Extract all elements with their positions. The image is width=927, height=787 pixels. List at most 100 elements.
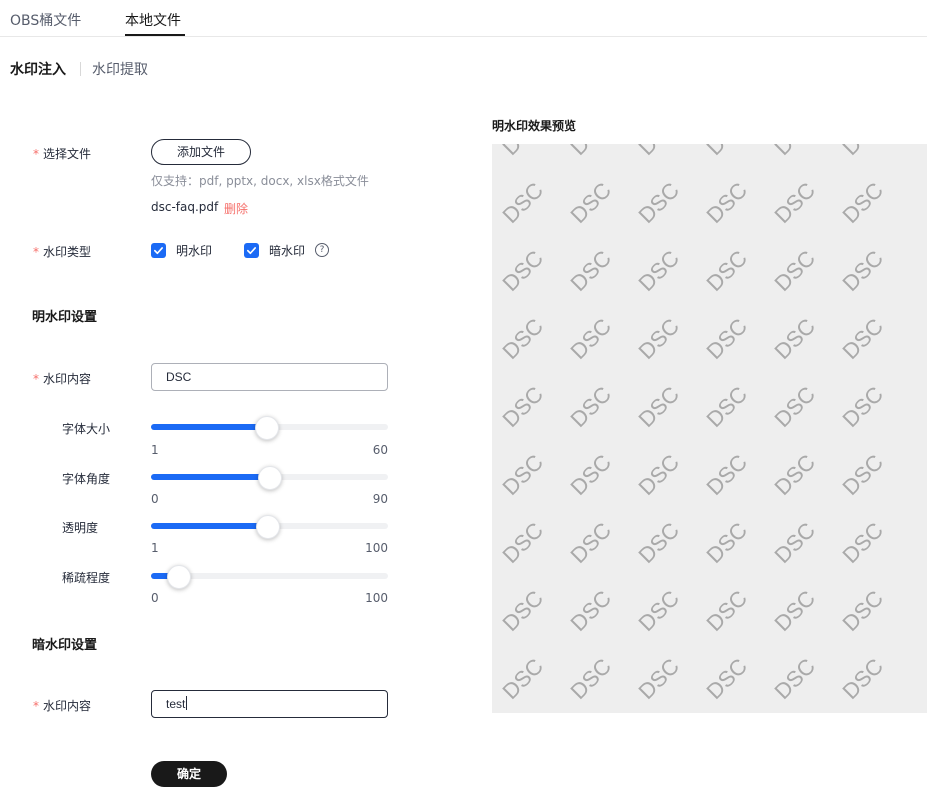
- dark-watermark-section-title: 暗水印设置: [32, 638, 98, 653]
- watermark-text: DSC: [838, 313, 889, 364]
- text-caret: [186, 696, 188, 710]
- opacity-max: 100: [365, 541, 388, 555]
- confirm-button[interactable]: 确定: [151, 761, 227, 787]
- watermark-text: DSC: [702, 585, 753, 636]
- dark-content-label: * 水印内容: [33, 697, 91, 714]
- check-icon: [244, 242, 259, 258]
- subtab-watermark-inject[interactable]: 水印注入: [10, 59, 66, 79]
- dark-watermark-content-input[interactable]: test: [151, 690, 388, 718]
- watermark-text: DSC: [566, 245, 617, 296]
- watermark-text: DSC: [838, 177, 889, 228]
- sparsity-slider[interactable]: [151, 565, 388, 589]
- required-mark: *: [33, 245, 39, 259]
- watermark-text: DSC: [634, 449, 685, 500]
- tab-local-files[interactable]: 本地文件: [125, 10, 181, 30]
- required-mark: *: [33, 699, 39, 713]
- file-label: * 选择文件: [33, 145, 91, 162]
- watermark-text: DSC: [770, 313, 821, 364]
- watermark-text: DSC: [838, 449, 889, 500]
- dark-watermark-label: 暗水印: [269, 243, 306, 258]
- visible-content-label: * 水印内容: [33, 370, 91, 387]
- visible-watermark-section-title: 明水印设置: [32, 310, 98, 325]
- watermark-text: DSC: [702, 144, 753, 160]
- font-angle-max: 90: [372, 492, 388, 506]
- tab-obs-files[interactable]: OBS桶文件: [10, 10, 81, 30]
- watermark-text: DSC: [498, 653, 549, 704]
- watermark-text: DSC: [838, 381, 889, 432]
- required-mark: *: [33, 372, 39, 386]
- watermark-text: DSC: [838, 653, 889, 704]
- watermark-text: DSC: [634, 313, 685, 364]
- watermark-text: DSC: [702, 313, 753, 364]
- font-angle-label: 字体角度: [62, 472, 111, 486]
- font-size-label: 字体大小: [62, 422, 111, 436]
- watermark-text: DSC: [770, 177, 821, 228]
- dark-content-label-text: 水印内容: [43, 699, 92, 713]
- dark-watermark-content-value: test: [166, 697, 186, 711]
- sparsity-min: 0: [151, 591, 159, 605]
- font-size-min: 1: [151, 443, 159, 457]
- watermark-text: DSC: [838, 585, 889, 636]
- watermark-text: DSC: [634, 245, 685, 296]
- watermark-text: DSC: [838, 245, 889, 296]
- watermark-text: DSC: [702, 449, 753, 500]
- uploaded-file-name: dsc-faq.pdf: [151, 200, 219, 214]
- watermark-text: DSC: [770, 517, 821, 568]
- watermark-text: DSC: [566, 449, 617, 500]
- watermark-text: DSC: [770, 381, 821, 432]
- watermark-text: DSC: [770, 144, 821, 160]
- delete-file-link[interactable]: 删除: [224, 200, 248, 217]
- watermark-text: DSC: [566, 381, 617, 432]
- watermark-text: DSC: [702, 245, 753, 296]
- watermark-text: DSC: [566, 653, 617, 704]
- watermark-text: DSC: [498, 449, 549, 500]
- required-mark: *: [33, 147, 39, 161]
- dark-watermark-checkbox[interactable]: 暗水印 ?: [244, 242, 330, 258]
- slider-thumb[interactable]: [255, 416, 280, 440]
- watermark-type-label: * 水印类型: [33, 243, 91, 260]
- visible-watermark-checkbox[interactable]: 明水印: [151, 242, 212, 258]
- font-angle-slider[interactable]: [151, 466, 388, 490]
- watermark-text: DSC: [838, 144, 889, 160]
- watermark-type-label-text: 水印类型: [43, 245, 92, 259]
- file-label-text: 选择文件: [43, 147, 92, 161]
- watermark-text: DSC: [498, 585, 549, 636]
- slider-thumb[interactable]: [167, 565, 192, 589]
- question-circle-icon[interactable]: ?: [315, 243, 330, 257]
- visible-watermark-content-value: DSC: [166, 370, 192, 384]
- watermark-text: DSC: [634, 381, 685, 432]
- sparsity-max: 100: [365, 591, 388, 605]
- add-file-button[interactable]: 添加文件: [151, 139, 251, 165]
- watermark-text: DSC: [498, 517, 549, 568]
- opacity-min: 1: [151, 541, 159, 555]
- watermark-text: DSC: [702, 177, 753, 228]
- font-size-slider[interactable]: [151, 416, 388, 440]
- watermark-text: DSC: [770, 653, 821, 704]
- top-tab-bar: OBS桶文件 本地文件: [0, 0, 927, 37]
- slider-fill: [151, 523, 269, 529]
- watermark-text: DSC: [838, 517, 889, 568]
- slider-fill: [151, 424, 268, 430]
- watermark-text: DSC: [702, 381, 753, 432]
- slider-thumb[interactable]: [256, 515, 281, 539]
- font-angle-min: 0: [151, 492, 159, 506]
- slider-thumb[interactable]: [257, 466, 282, 490]
- watermark-text: DSC: [566, 144, 617, 160]
- watermark-text: DSC: [634, 653, 685, 704]
- watermark-text: DSC: [498, 313, 549, 364]
- opacity-slider[interactable]: [151, 515, 388, 539]
- watermark-text: DSC: [634, 585, 685, 636]
- subtab-watermark-extract[interactable]: 水印提取: [92, 59, 148, 79]
- watermark-text: DSC: [498, 144, 549, 160]
- watermark-text: DSC: [770, 585, 821, 636]
- opacity-label: 透明度: [62, 521, 99, 535]
- watermark-text: DSC: [566, 585, 617, 636]
- watermark-text: DSC: [498, 245, 549, 296]
- watermark-text: DSC: [634, 144, 685, 160]
- subtab-divider: [80, 62, 81, 76]
- sparsity-label: 稀疏程度: [62, 571, 111, 585]
- watermark-text: DSC: [566, 313, 617, 364]
- watermark-text: DSC: [634, 517, 685, 568]
- watermark-preview-canvas: DSC DSC DSC DSC DSC DSC DSC DSC DSC DSC DSC DSC DSC D…: [498, 144, 889, 704]
- visible-watermark-content-input[interactable]: DSC: [151, 363, 388, 391]
